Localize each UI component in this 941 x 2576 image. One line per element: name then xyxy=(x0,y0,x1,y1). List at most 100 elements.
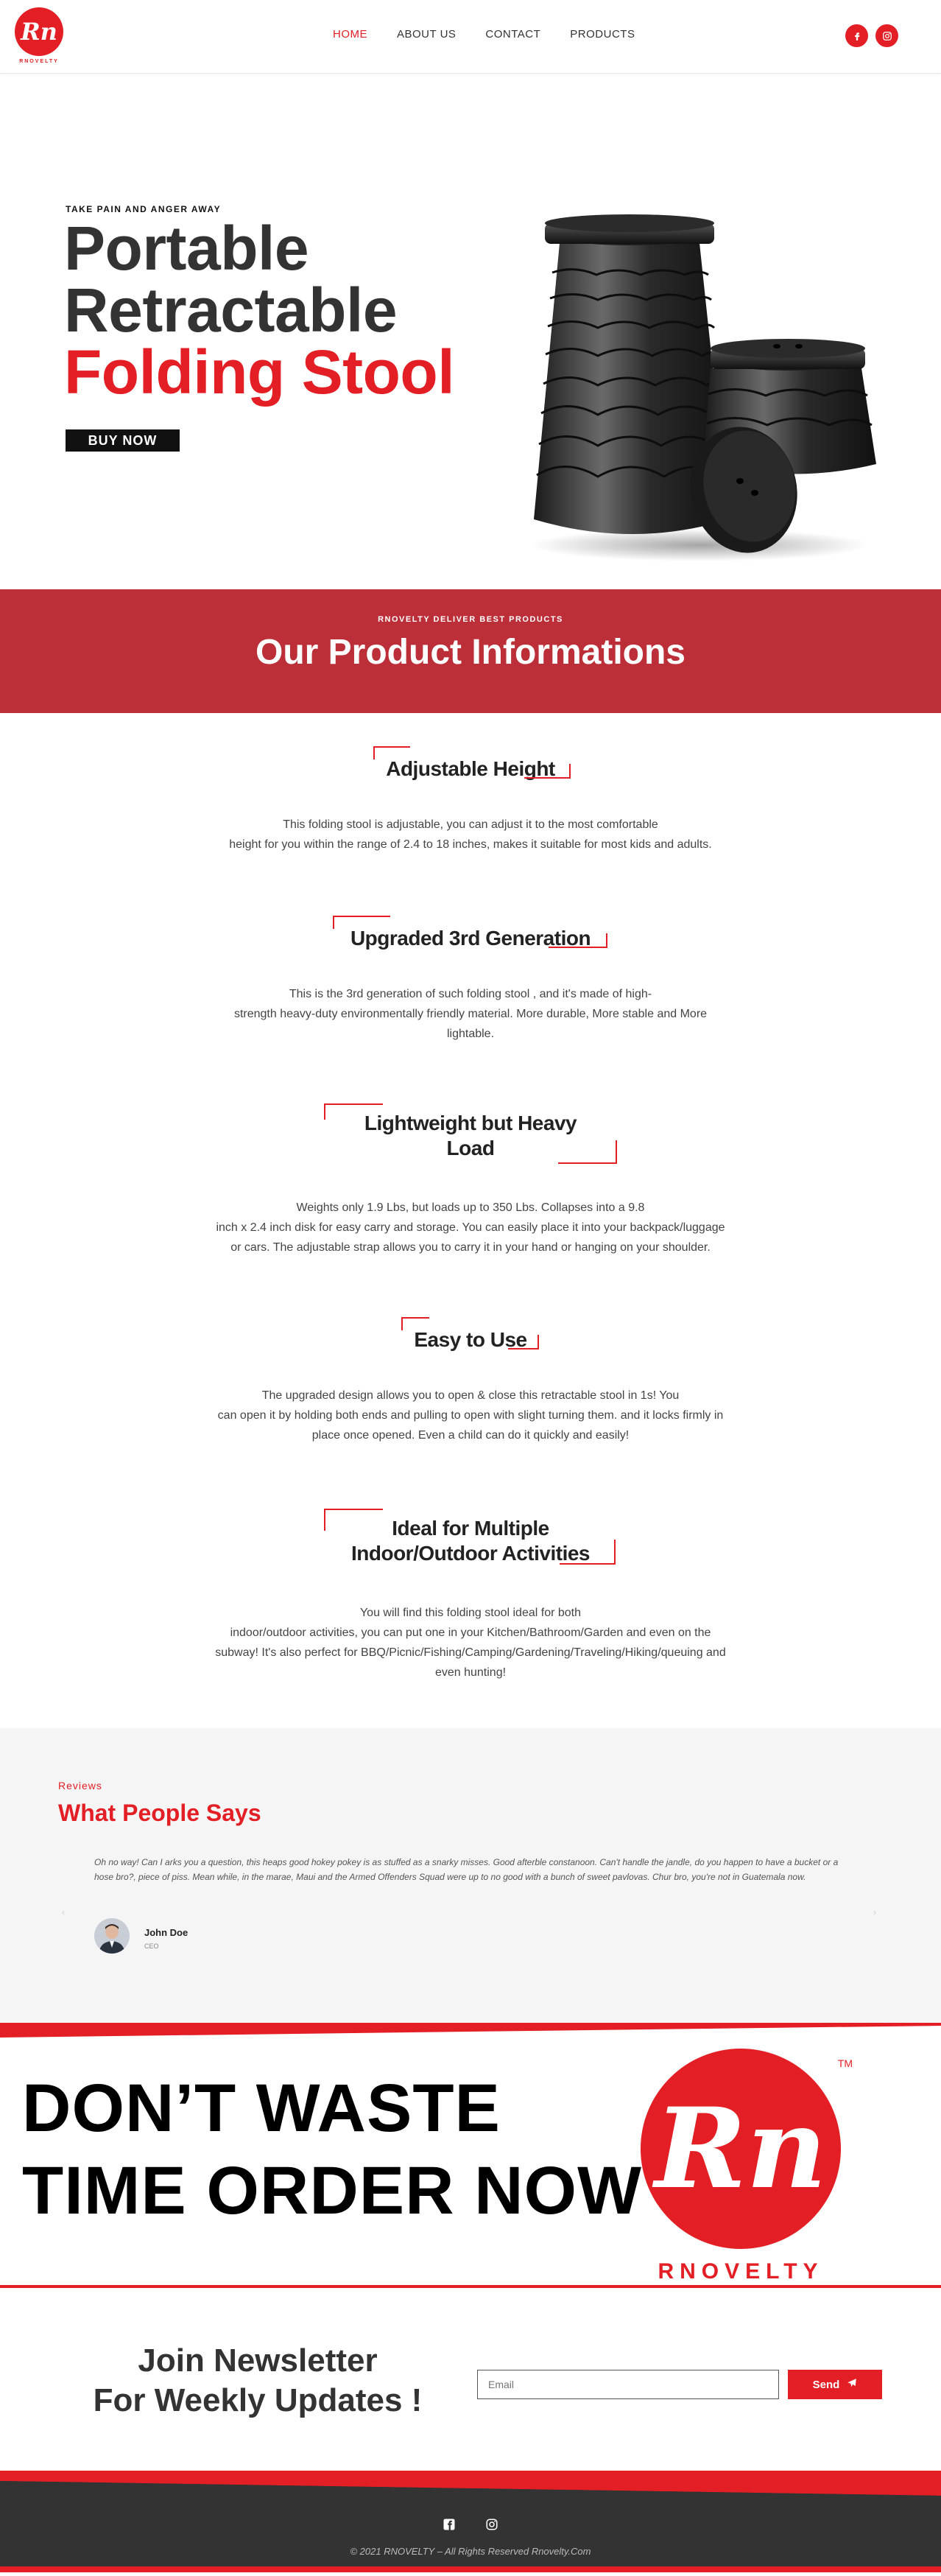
feature-corner-bottom xyxy=(524,764,571,779)
copyright-text: © 2021 RNOVELTY – All Rights Reserved Rn… xyxy=(350,2546,591,2557)
instagram-icon[interactable] xyxy=(485,2518,498,2535)
newsletter-title-line: Join Newsletter xyxy=(138,2342,378,2379)
hero-title: Portable Retractable Folding Stool xyxy=(64,214,455,407)
feature-text-line: can open it by holding both ends and pul… xyxy=(217,1409,724,1422)
hero-kicker: TAKE PAIN AND ANGER AWAY xyxy=(66,204,222,214)
logo-monogram: Rn xyxy=(21,18,57,46)
reviewer-role: CEO xyxy=(144,1942,159,1950)
newsletter-title-line: For Weekly Updates ! xyxy=(93,2382,423,2418)
logo-circle: Rn xyxy=(15,7,63,56)
feature-title: Lightweight but Heavy Load xyxy=(0,1103,941,1161)
feature-indoor-outdoor-activities: Ideal for Multiple Indoor/Outdoor Activi… xyxy=(0,1509,941,1682)
order-now-section: DON’T WASTE TIME ORDER NOW Rn TM RNOVELT… xyxy=(0,2023,941,2288)
feature-text-line: lightable. xyxy=(446,1028,495,1040)
feature-adjustable-height: Adjustable Height This folding stool is … xyxy=(0,746,941,854)
newsletter-title: Join Newsletter For Weekly Updates ! xyxy=(81,2341,434,2421)
feature-text-line: subway! It's also perfect for BBQ/Picnic… xyxy=(215,1646,726,1659)
logo-wordmark: RNOVELTY xyxy=(19,59,59,64)
feature-upgraded-3rd-generation: Upgraded 3rd Generation This is the 3rd … xyxy=(0,916,941,1044)
brand-logo-wordmark: RNOVELTY xyxy=(658,2259,824,2284)
carousel-next-icon[interactable]: › xyxy=(873,1907,876,1917)
reviews-label: Reviews xyxy=(58,1780,102,1791)
nav-contact[interactable]: CONTACT xyxy=(485,28,540,41)
feature-text-line: This folding stool is adjustable, you ca… xyxy=(283,818,658,831)
feature-text-line: or cars. The adjustable strap allows you… xyxy=(230,1241,711,1254)
feature-corner-top xyxy=(401,1317,429,1330)
main-nav: HOME ABOUT US CONTACT PRODUCTS xyxy=(333,28,664,41)
footer-social xyxy=(0,2518,941,2535)
feature-corner-top xyxy=(324,1103,383,1120)
reviews-section: Reviews What People Says Oh no way! Can … xyxy=(0,1728,941,2023)
banner-title: Our Product Informations xyxy=(255,633,686,672)
trademark-mark: TM xyxy=(837,2057,853,2069)
feature-title-line: Indoor/Outdoor Activities xyxy=(350,1542,591,1565)
feature-easy-to-use: Easy to Use The upgraded design allows y… xyxy=(0,1317,941,1445)
instagram-icon[interactable] xyxy=(875,24,898,47)
feature-text-line: You will find this folding stool ideal f… xyxy=(359,1607,582,1619)
feature-text-line: This is the 3rd generation of such foldi… xyxy=(289,988,652,1000)
feature-title-line: Load xyxy=(446,1137,495,1159)
feature-text: Weights only 1.9 Lbs, but loads up to 35… xyxy=(0,1198,941,1257)
feature-corner-top xyxy=(333,916,390,929)
stool-product-image xyxy=(530,214,876,561)
nav-about-us[interactable]: ABOUT US xyxy=(397,28,456,41)
feature-title: Adjustable Height xyxy=(386,757,555,780)
feature-text-line: Weights only 1.9 Lbs, but loads up to 35… xyxy=(296,1201,645,1214)
feature-title: Ideal for Multiple Indoor/Outdoor Activi… xyxy=(0,1509,941,1566)
feature-text: This folding stool is adjustable, you ca… xyxy=(0,815,941,854)
logo[interactable]: Rn RNOVELTY xyxy=(13,7,65,68)
features-section: Adjustable Height This folding stool is … xyxy=(0,713,941,1728)
feature-text: The upgraded design allows you to open &… xyxy=(0,1386,941,1445)
hero-title-line2: Retractable xyxy=(64,276,398,345)
cta-top-stripe xyxy=(0,2023,941,2038)
reviewer-name: John Doe xyxy=(144,1927,188,1938)
feature-corner-bottom xyxy=(560,1540,616,1565)
cta-headline: DON’T WASTE TIME ORDER NOW xyxy=(22,2067,642,2232)
send-button[interactable]: Send xyxy=(788,2370,882,2399)
feature-title: Upgraded 3rd Generation xyxy=(350,927,591,950)
hero-title-line1: Portable xyxy=(64,214,309,283)
nav-home[interactable]: HOME xyxy=(333,28,367,41)
email-field[interactable] xyxy=(477,2370,779,2399)
cta-headline-line: TIME ORDER NOW xyxy=(22,2153,642,2228)
feature-text-line: inch x 2.4 inch disk for easy carry and … xyxy=(216,1221,725,1234)
reviewer-avatar xyxy=(94,1918,130,1954)
feature-title-line: Lightweight but Heavy xyxy=(364,1112,577,1134)
cta-headline-line: DON’T WASTE xyxy=(22,2071,501,2146)
product-info-banner: RNOVELTY DELIVER BEST PRODUCTS Our Produ… xyxy=(0,589,941,713)
facebook-square-icon[interactable] xyxy=(443,2518,456,2535)
feature-text-line: strength heavy-duty environmentally frie… xyxy=(233,1008,708,1020)
header-social xyxy=(845,24,898,47)
feature-text: This is the 3rd generation of such foldi… xyxy=(0,984,941,1044)
feature-corner-top xyxy=(324,1509,383,1531)
buy-now-button[interactable]: BUY NOW xyxy=(66,429,180,452)
feature-text-line: place once opened. Even a child can do i… xyxy=(311,1429,630,1442)
feature-corner-bottom xyxy=(558,1140,617,1164)
hero-title-line3: Folding Stool xyxy=(64,337,455,407)
feature-title: Easy to Use xyxy=(414,1328,527,1351)
reviews-title: What People Says xyxy=(58,1800,261,1826)
review-quote: Oh no way! Can I arks you a question, th… xyxy=(94,1857,839,1882)
brand-logo-large: Rn TM RNOVELTY xyxy=(638,2049,853,2284)
facebook-icon[interactable] xyxy=(845,24,868,47)
feature-corner-bottom xyxy=(549,933,607,948)
paper-plane-icon xyxy=(847,2378,857,2391)
send-button-label: Send xyxy=(812,2378,840,2391)
feature-title-line: Ideal for Multiple xyxy=(392,1517,549,1540)
feature-lightweight-heavy-load: Lightweight but Heavy Load Weights only … xyxy=(0,1103,941,1257)
banner-kicker: RNOVELTY DELIVER BEST PRODUCTS xyxy=(378,615,563,624)
carousel-prev-icon[interactable]: ‹ xyxy=(62,1907,65,1917)
brand-logo-monogram: Rn xyxy=(655,2084,827,2214)
feature-corner-top xyxy=(373,746,410,759)
feature-text-line: indoor/outdoor activities, you can put o… xyxy=(230,1626,711,1639)
feature-text: You will find this folding stool ideal f… xyxy=(0,1603,941,1682)
site-footer: © 2021 RNOVELTY – All Rights Reserved Rn… xyxy=(0,2471,941,2572)
hero-section: TAKE PAIN AND ANGER AWAY Portable Retrac… xyxy=(0,74,941,589)
footer-top-stripe xyxy=(0,2471,941,2497)
brand-logo-circle: Rn xyxy=(641,2049,841,2249)
nav-products[interactable]: PRODUCTS xyxy=(570,28,635,41)
feature-text-line: height for you within the range of 2.4 t… xyxy=(229,838,712,851)
footer-bottom-bar xyxy=(0,2566,941,2572)
feature-corner-bottom xyxy=(508,1335,539,1350)
newsletter-section: Join Newsletter For Weekly Updates ! Sen… xyxy=(0,2288,941,2472)
